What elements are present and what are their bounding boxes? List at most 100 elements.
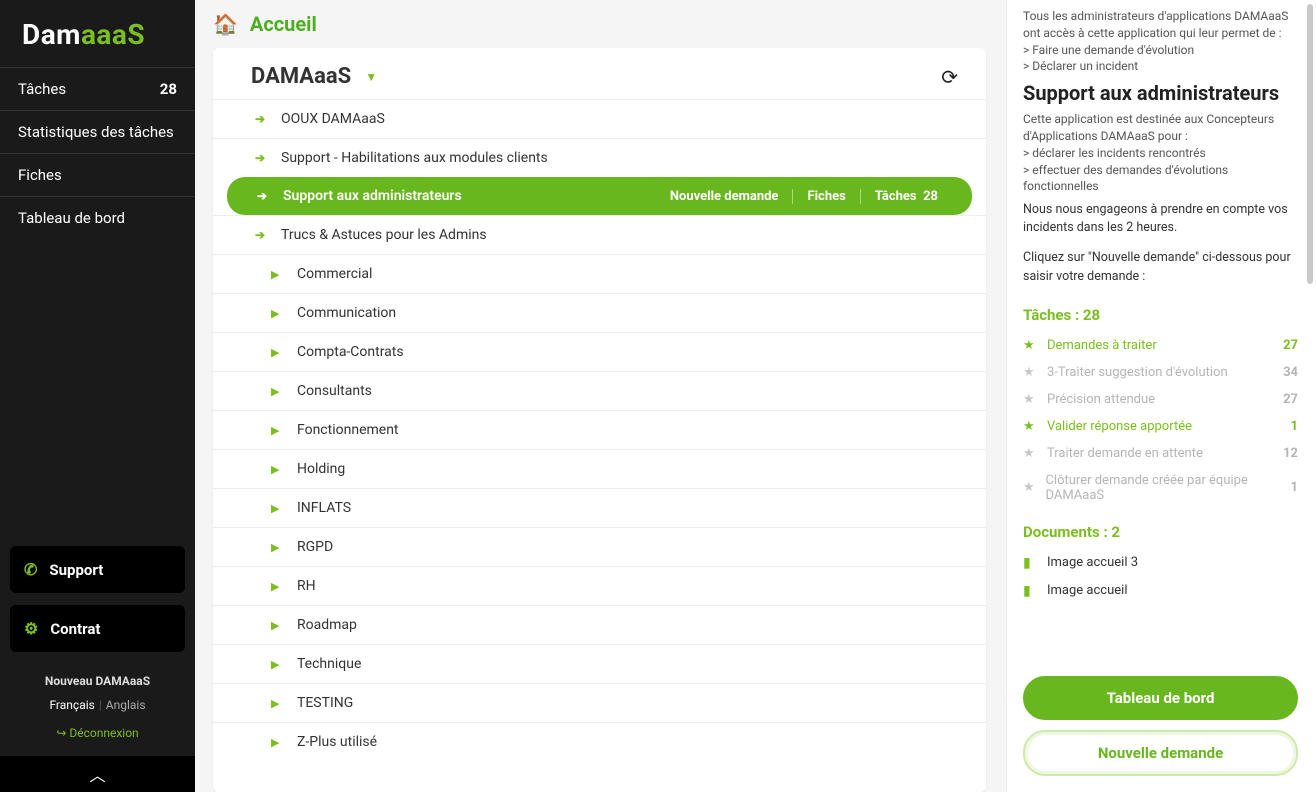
folder-row[interactable]: ▶RGPD: [213, 527, 986, 566]
caret-right-icon: ▶: [271, 268, 283, 281]
task-row[interactable]: ★Demandes à traiter27: [1023, 332, 1298, 359]
task-label: Précision attendue: [1047, 392, 1155, 407]
row-label: RGPD: [297, 539, 333, 555]
desc-3: > effectuer des demandes d'évolutions fo…: [1023, 162, 1298, 196]
nav-tasks[interactable]: Tâches 28: [0, 67, 195, 110]
nav-dashboard[interactable]: Tableau de bord: [0, 196, 195, 239]
panel-title: DAMAaaS: [251, 64, 351, 89]
main: 🏠 Accueil DAMAaaS ▼ ⟳ ➔OOUX DAMAaaS➔Supp…: [195, 0, 1316, 792]
breadcrumb-title: Accueil: [250, 12, 317, 36]
folder-row[interactable]: ▶Commercial: [213, 254, 986, 293]
right-title: Support aux administrateurs: [1023, 81, 1298, 105]
row-label: Consultants: [297, 383, 372, 399]
caret-down-icon: ▼: [365, 70, 377, 84]
caret-right-icon: ▶: [271, 619, 283, 632]
row-selected[interactable]: ➔ Support aux administrateurs Nouvelle dem…: [227, 177, 972, 215]
action-new-request[interactable]: Nouvelle demande: [656, 189, 793, 204]
file-icon: ▮: [1023, 555, 1037, 571]
folder-row[interactable]: ▶INFLATS: [213, 488, 986, 527]
folder-row[interactable]: ▶Technique: [213, 644, 986, 683]
docs-list: ▮Image accueil 3▮Image accueil: [1023, 549, 1298, 605]
task-count: 1: [1291, 480, 1298, 495]
chevron-up-icon: ︿: [89, 766, 105, 785]
language-switch: Français|Anglais: [0, 698, 195, 712]
folder-row[interactable]: ▶Fonctionnement: [213, 410, 986, 449]
breadcrumb[interactable]: 🏠 Accueil: [213, 12, 986, 36]
task-row[interactable]: ★3-Traiter suggestion d'évolution34: [1023, 359, 1298, 386]
link-row[interactable]: ➔OOUX DAMAaaS: [213, 99, 986, 138]
task-row[interactable]: ★ Précision attendue 27: [1023, 386, 1298, 413]
arrow-right-icon: ➔: [257, 189, 269, 203]
lang-fr[interactable]: Français: [49, 698, 94, 712]
scrollbar[interactable]: [1307, 4, 1313, 284]
new-request-button[interactable]: Nouvelle demande: [1023, 730, 1298, 776]
star-icon: ★: [1023, 419, 1037, 434]
intro-line-1: Tous les administrateurs d'applications …: [1023, 8, 1298, 42]
docs-section-title: Documents : 2: [1023, 523, 1298, 541]
folder-row[interactable]: ▶RH: [213, 566, 986, 605]
desc-2: > déclarer les incidents rencontrés: [1023, 145, 1298, 162]
folder-row[interactable]: ▶Z-Plus utilisé: [213, 722, 986, 761]
task-count: 1: [1291, 419, 1298, 434]
phone-icon: ✆: [24, 560, 37, 579]
panel: DAMAaaS ▼ ⟳ ➔OOUX DAMAaaS➔Support - Habi…: [213, 48, 986, 792]
task-row[interactable]: ★Traiter demande en attente12: [1023, 440, 1298, 467]
brand-logo: DamaaaS: [0, 0, 195, 67]
folder-row[interactable]: ▶ Holding: [213, 449, 986, 488]
star-icon: ★: [1023, 392, 1037, 407]
tasks-list: ★ Demandes à traiter 27 ★3-Traiter suggesti…: [1023, 332, 1298, 509]
refresh-icon[interactable]: ⟳: [941, 65, 958, 89]
tasks-section-title: Tâches : 28: [1023, 306, 1298, 324]
doc-row[interactable]: ▮Image accueil: [1023, 577, 1298, 605]
doc-row[interactable]: ▮Image accueil 3: [1023, 549, 1298, 577]
folder-row[interactable]: ▶Consultants: [213, 371, 986, 410]
support-button[interactable]: ✆ Support: [10, 546, 185, 593]
logout-link[interactable]: ↪ Déconnexion: [0, 726, 195, 740]
star-icon: ★: [1023, 338, 1037, 353]
action-fiches[interactable]: Fiches: [792, 189, 859, 204]
intro-line-2: > Faire une demande d'évolution: [1023, 42, 1298, 59]
task-count: 34: [1283, 365, 1298, 380]
nav-stats[interactable]: Statistiques des tâches: [0, 110, 195, 153]
link-row[interactable]: ➔Trucs & Astuces pour les Admins: [213, 215, 986, 254]
task-count: 12: [1283, 446, 1298, 461]
gear-icon: ⚙: [24, 619, 38, 638]
collapse-sidebar[interactable]: ︿: [0, 756, 195, 792]
panel-header: DAMAaaS ▼ ⟳: [213, 48, 986, 99]
task-row[interactable]: ★Clôturer demande créée par équipe DAMAa…: [1023, 467, 1298, 509]
star-icon: ★: [1023, 365, 1037, 380]
row-label: Support aux administrateurs: [283, 188, 462, 204]
task-row[interactable]: ★Valider réponse apportée1: [1023, 413, 1298, 440]
folder-row[interactable]: ▶Compta-Contrats: [213, 332, 986, 371]
task-label: Clôturer demande créée par équipe DAMAaa…: [1045, 473, 1280, 503]
engage-text: Nous nous engageons à prendre en compte …: [1023, 201, 1298, 237]
nav-fiches-label: Fiches: [18, 166, 62, 184]
lang-en[interactable]: Anglais: [106, 698, 146, 712]
sidebar: DamaaaS Tâches 28 Statistiques des tâche…: [0, 0, 195, 792]
center-column: 🏠 Accueil DAMAaaS ▼ ⟳ ➔OOUX DAMAaaS➔Supp…: [195, 0, 1006, 792]
caret-right-icon: ▶: [271, 697, 283, 710]
row-label: Trucs & Astuces pour les Admins: [281, 227, 487, 243]
row-label: Communication: [297, 305, 396, 321]
task-label: Demandes à traiter: [1047, 338, 1157, 353]
folder-row[interactable]: ▶TESTING: [213, 683, 986, 722]
nav-fiches[interactable]: Fiches: [0, 153, 195, 196]
intro-line-3: > Déclarer un incident: [1023, 58, 1298, 75]
brand-prefix: Dam: [22, 18, 81, 51]
row-label: INFLATS: [297, 500, 351, 516]
desc-1: Cette application est destinée aux Conce…: [1023, 111, 1298, 145]
task-label: Traiter demande en attente: [1047, 446, 1203, 461]
task-count: 27: [1283, 392, 1298, 407]
contrat-button[interactable]: ⚙ Contrat: [10, 605, 185, 652]
row-label: OOUX DAMAaaS: [281, 111, 385, 127]
folder-row[interactable]: ▶ Communication: [213, 293, 986, 332]
action-taches[interactable]: Tâches 28: [860, 189, 952, 204]
panel-title-group[interactable]: DAMAaaS ▼: [251, 64, 377, 89]
link-row[interactable]: ➔Support - Habilitations aux modules cli…: [213, 138, 986, 177]
folder-row[interactable]: ▶Roadmap: [213, 605, 986, 644]
row-label: Holding: [297, 461, 345, 477]
caret-right-icon: ▶: [271, 307, 283, 320]
logout-label: Déconnexion: [69, 726, 138, 740]
dashboard-button[interactable]: Tableau de bord: [1023, 676, 1298, 720]
caret-right-icon: ▶: [271, 463, 283, 476]
